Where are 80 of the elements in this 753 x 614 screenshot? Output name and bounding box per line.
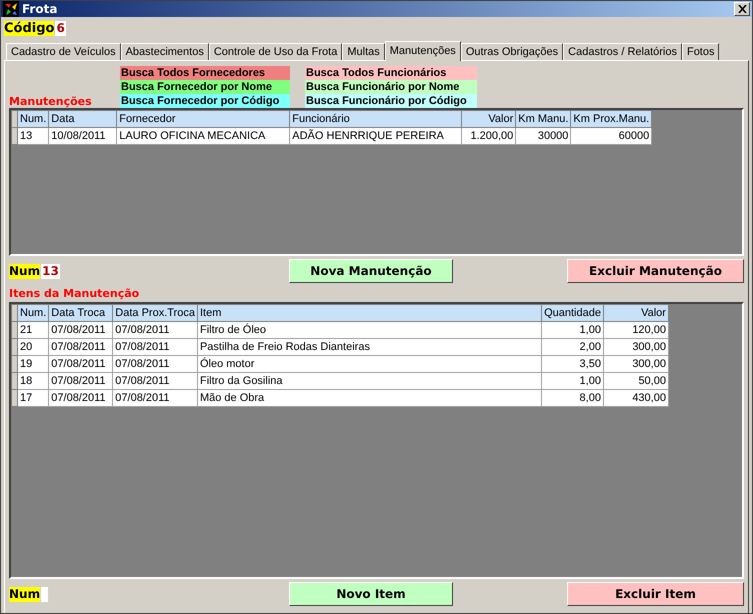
table-cell: 07/08/2011	[48, 338, 113, 356]
table-cell: 07/08/2011	[112, 338, 198, 356]
table-cell: 17	[18, 390, 49, 406]
table-cell: 120,00	[603, 322, 668, 338]
close-button[interactable]	[734, 2, 750, 16]
window-title: Frota	[22, 2, 58, 16]
table-cell: 21	[18, 322, 49, 338]
tab[interactable]: Manutenções	[384, 41, 461, 61]
column-header[interactable]: Item	[197, 304, 542, 322]
section-title: Itens da Manutenção	[9, 287, 140, 300]
column-header[interactable]: Quantidade	[541, 304, 604, 322]
action-button[interactable]: Novo Item	[289, 582, 453, 606]
tab[interactable]: Outras Obrigações	[460, 43, 564, 60]
column-header[interactable]: Fornecedor	[116, 110, 290, 128]
search-button[interactable]: Busca Funcionário por Nome	[305, 80, 477, 94]
action-button[interactable]: Excluir Manutenção	[567, 259, 744, 283]
tab[interactable]: Cadastros / Relatórios	[563, 43, 682, 60]
table-cell: 20	[18, 338, 49, 356]
table-cell: Pastilha de Freio Rodas Dianteiras	[197, 338, 542, 356]
tab[interactable]: Controle de Uso da Frota	[208, 43, 342, 60]
search-button[interactable]: Busca Todos Funcionários	[305, 66, 477, 80]
table-cell: 3,50	[541, 356, 604, 372]
table-cell: 07/08/2011	[112, 356, 198, 372]
action-button[interactable]: Nova Manutenção	[289, 259, 453, 283]
table-cell: 1,00	[541, 322, 604, 338]
num-field	[41, 586, 48, 602]
tab[interactable]: Fotos	[682, 43, 720, 60]
search-button[interactable]: Busca Fornecedor por Nome	[120, 80, 290, 94]
table-cell: 07/08/2011	[112, 322, 198, 338]
search-button[interactable]: Busca Todos Fornecedores	[120, 66, 290, 80]
search-button[interactable]: Busca Fornecedor por Código	[120, 94, 290, 108]
column-header[interactable]: Num.	[18, 304, 49, 322]
table-cell: 07/08/2011	[48, 390, 113, 406]
table-cell: 300,00	[603, 356, 668, 372]
column-header[interactable]: Num.	[18, 110, 49, 128]
table-cell: 300,00	[603, 338, 668, 356]
tab[interactable]: Multas	[342, 43, 385, 60]
column-header[interactable]: Funcionário	[290, 110, 462, 128]
num-label: Num	[9, 586, 40, 602]
column-header[interactable]: Valor	[462, 110, 516, 128]
table-cell: 30000	[516, 128, 571, 144]
close-icon	[738, 5, 746, 13]
column-header[interactable]: Valor	[603, 304, 668, 322]
tab[interactable]: Cadastro de Veículos	[6, 43, 121, 60]
table-cell: 8,00	[541, 390, 604, 406]
codigo-value: 6	[55, 20, 66, 36]
table-cell: 1,00	[541, 372, 604, 390]
column-header[interactable]: Km Prox.Manu.	[570, 110, 652, 128]
num-label: Num	[9, 264, 40, 278]
num-value: 13	[41, 264, 60, 278]
table-cell: 07/08/2011	[112, 372, 198, 390]
table-cell: ADÃO HENRRIQUE PEREIRA	[290, 128, 462, 144]
column-header[interactable]: Km Manu.	[516, 110, 571, 128]
table-cell: 07/08/2011	[112, 390, 198, 406]
table-cell: Óleo motor	[197, 356, 542, 372]
table-cell: 07/08/2011	[48, 372, 113, 390]
tab[interactable]: Abastecimentos	[120, 43, 209, 60]
app-icon	[3, 1, 19, 17]
column-header[interactable]: Data Prox.Troca	[112, 304, 198, 322]
codigo-label: Código	[4, 20, 54, 36]
column-header[interactable]: Data Troca	[48, 304, 113, 322]
table-cell: 18	[18, 372, 49, 390]
table-cell: 60000	[570, 128, 652, 144]
table-cell: 2,00	[541, 338, 604, 356]
table-cell: Filtro de Óleo	[197, 322, 542, 338]
table-cell: 430,00	[603, 390, 668, 406]
table-cell: 50,00	[603, 372, 668, 390]
table-cell: 10/08/2011	[48, 128, 117, 144]
table-cell: 13	[18, 128, 49, 144]
section-title: Manutenções	[9, 95, 93, 108]
table-cell: LAURO OFICINA MECANICA	[116, 128, 290, 144]
search-button[interactable]: Busca Funcionário por Código	[305, 94, 477, 108]
table-cell: Filtro da Gosilina	[197, 372, 542, 390]
table-cell: 07/08/2011	[48, 322, 113, 338]
table-cell: 1.200,00	[462, 128, 516, 144]
table-cell: Mão de Obra	[197, 390, 542, 406]
column-header[interactable]: Data	[48, 110, 117, 128]
action-button[interactable]: Excluir Item	[567, 582, 744, 606]
table-cell: 19	[18, 356, 49, 372]
table-cell: 07/08/2011	[48, 356, 113, 372]
